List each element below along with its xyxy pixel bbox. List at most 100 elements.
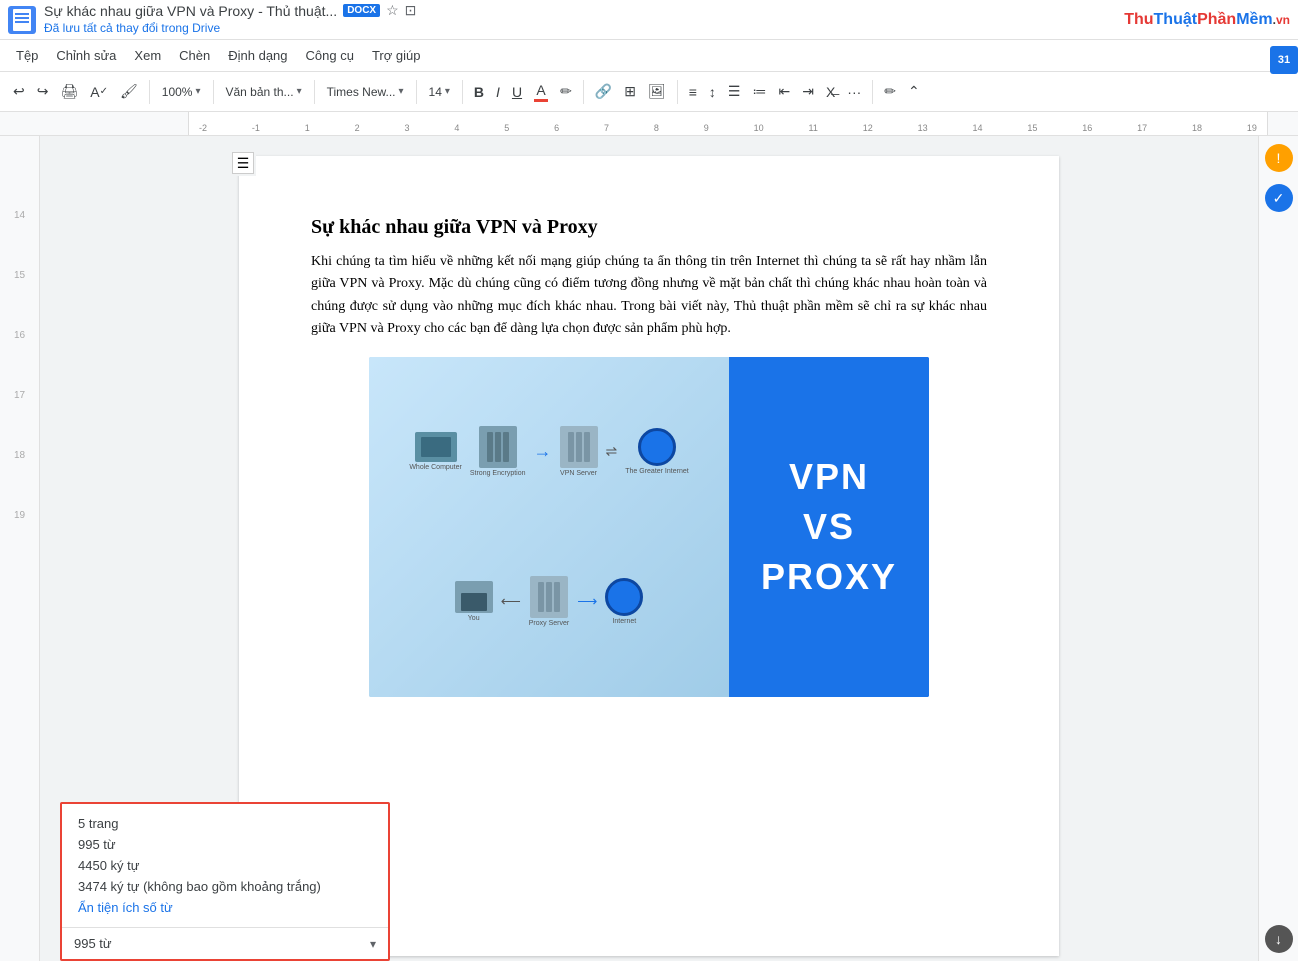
wc-chars: 4450 ký tự [78, 858, 372, 873]
save-link[interactable]: Đã lưu tất cả thay đổi trong Drive [44, 21, 220, 35]
draw-button[interactable]: ✏ [879, 79, 901, 104]
bold-button[interactable]: B [469, 80, 489, 104]
wc-hide-label[interactable]: Ẩn tiện ích số từ [78, 900, 372, 915]
ruler: -2 -1 1 2 3 4 5 6 7 8 9 10 11 12 13 14 1… [0, 112, 1298, 136]
menu-file[interactable]: Tệp [8, 44, 46, 67]
menu-view[interactable]: Xem [126, 44, 169, 67]
menu-edit[interactable]: Chỉnh sửa [48, 44, 124, 67]
vpn-diagram-left: Whole Computer Strong Encryption [369, 357, 729, 697]
highlight-button[interactable]: ✏ [555, 79, 577, 104]
calendar-icon[interactable]: 31 [1270, 46, 1298, 74]
wc-footer-words: 995 từ [74, 936, 364, 951]
print-button[interactable]: 🖨 [55, 79, 83, 104]
list-button[interactable]: ☰ [723, 79, 746, 104]
notifications-icon[interactable]: ! [1265, 144, 1293, 172]
menu-help[interactable]: Trợ giúp [364, 44, 429, 67]
doc-heading: Sự khác nhau giữa VPN và Proxy [311, 216, 987, 239]
label-greater-internet: The Greater Internet [625, 468, 688, 475]
proxy-label: PROXY [761, 556, 897, 598]
align-button[interactable]: ≡ [684, 80, 702, 104]
link-button[interactable]: 🔗 [590, 79, 617, 104]
wc-dropdown-arrow[interactable]: ▾ [370, 937, 376, 951]
vpn-row: Whole Computer Strong Encryption [409, 426, 688, 477]
image-button[interactable]: 🖼 [643, 79, 671, 104]
wc-pages: 5 trang [78, 816, 372, 831]
page-content: Sự khác nhau giữa VPN và Proxy Khi chúng… [311, 216, 987, 697]
menu-insert[interactable]: Chèn [171, 44, 218, 67]
font-dropdown[interactable]: Times New... ▾ [321, 82, 410, 102]
main-area: 14 15 16 17 18 19 ☰ Sự khác nhau giữa VP… [0, 136, 1298, 961]
doc-scroll[interactable]: ☰ Sự khác nhau giữa VPN và Proxy Khi chú… [40, 136, 1258, 961]
paint-format-button[interactable]: 🖌 [115, 79, 143, 104]
drive-icon[interactable]: ⊡ [405, 2, 417, 19]
doc-title: Sự khác nhau giữa VPN và Proxy - Thủ thu… [44, 3, 337, 19]
topbar: Sự khác nhau giữa VPN và Proxy - Thủ thu… [0, 0, 1298, 40]
redo-button[interactable]: ↪ [32, 79, 54, 104]
label-internet: Internet [612, 618, 636, 625]
spell-check-button[interactable]: A✓ [85, 80, 113, 104]
separator-3 [314, 80, 315, 104]
right-sidebar: ! ✓ ↓ [1258, 136, 1298, 961]
word-count-body: 5 trang 995 từ 4450 ký tự 3474 ký tự (kh… [62, 804, 388, 927]
toolbar: ↩ ↪ 🖨 A✓ 🖌 100% ▾ Văn bản th... ▾ Times … [0, 72, 1298, 112]
page-num-2: 15 [0, 266, 39, 286]
chat-icon[interactable]: ✓ [1265, 184, 1293, 212]
separator-1 [149, 80, 150, 104]
menu-format[interactable]: Định dạng [220, 44, 295, 67]
page-num-3: 16 [0, 326, 39, 346]
vpn-proxy-image: Whole Computer Strong Encryption [369, 357, 929, 697]
logo-vn: vn [1276, 13, 1290, 27]
star-icon[interactable]: ☆ [386, 2, 399, 19]
zoom-dropdown[interactable]: 100% ▾ [156, 82, 207, 102]
arrow-right-1: → [534, 441, 552, 462]
arrow-right-proxy: ⟶ [577, 593, 597, 610]
doc-paragraph[interactable]: Khi chúng ta tìm hiểu về những kết nối m… [311, 251, 987, 341]
doc-icon [8, 6, 36, 34]
arrow-both-1: ⇌ [606, 443, 618, 460]
menu-tools[interactable]: Công cụ [298, 44, 362, 67]
menubar: Tệp Chỉnh sửa Xem Chèn Định dạng Công cụ… [0, 40, 1298, 72]
size-dropdown[interactable]: 14 ▾ [423, 82, 456, 102]
ruler-marks: -2 -1 1 2 3 4 5 6 7 8 9 10 11 12 13 14 1… [189, 123, 1267, 135]
insert-button[interactable]: ⊞ [619, 79, 641, 104]
logo-mem: Mềm [1236, 11, 1272, 28]
wc-words: 995 từ [78, 837, 372, 852]
vpn-text-right: VPN VS PROXY [729, 357, 929, 697]
separator-5 [462, 80, 463, 104]
underline-button[interactable]: U [507, 80, 527, 104]
separator-7 [677, 80, 678, 104]
collapse-button[interactable]: ⌃ [903, 79, 925, 104]
proxy-row: You ⟵ Proxy Server [455, 576, 644, 627]
vpn-label: VPN [789, 456, 869, 498]
title-area: Sự khác nhau giữa VPN và Proxy - Thủ thu… [44, 2, 1116, 37]
logo-area: ThuThuậtPhầnMềm.vn [1124, 11, 1290, 29]
wc-chars-no-space: 3474 ký tự (không bao gồm khoảng trắng) [78, 879, 372, 894]
style-dropdown[interactable]: Văn bản th... ▾ [220, 82, 308, 102]
more-button[interactable]: ··· [842, 80, 866, 104]
strikethrough-button[interactable]: X̶ [821, 80, 840, 104]
indent-less-button[interactable]: ⇤ [773, 79, 795, 104]
italic-button[interactable]: I [491, 80, 505, 104]
logo-phan: Phần [1197, 11, 1236, 28]
page-num-4: 17 [0, 386, 39, 406]
label-proxy-server: Proxy Server [529, 620, 569, 627]
vs-label: VS [803, 506, 855, 548]
docx-badge: DOCX [343, 4, 380, 17]
label-strong-enc: Strong Encryption [470, 470, 526, 477]
separator-2 [213, 80, 214, 104]
download-icon[interactable]: ↓ [1265, 925, 1293, 953]
bullet-list-button[interactable]: ≔ [747, 79, 771, 104]
page-num-1: 14 [0, 206, 39, 226]
logo-thuat: Thuật [1154, 11, 1198, 28]
logo-thu: Thu [1124, 11, 1153, 28]
font-color-button[interactable]: A [529, 78, 553, 106]
ruler-inner: -2 -1 1 2 3 4 5 6 7 8 9 10 11 12 13 14 1… [188, 112, 1268, 135]
separator-4 [416, 80, 417, 104]
page-num-6: 19 [0, 506, 39, 526]
indent-more-button[interactable]: ⇥ [797, 79, 819, 104]
line-spacing-button[interactable]: ↕ [704, 80, 721, 104]
word-count-footer[interactable]: 995 từ ▾ [62, 927, 388, 959]
undo-button[interactable]: ↩ [8, 79, 30, 104]
label-you: You [468, 615, 480, 622]
arrow-left-proxy: ⟵ [501, 593, 521, 610]
